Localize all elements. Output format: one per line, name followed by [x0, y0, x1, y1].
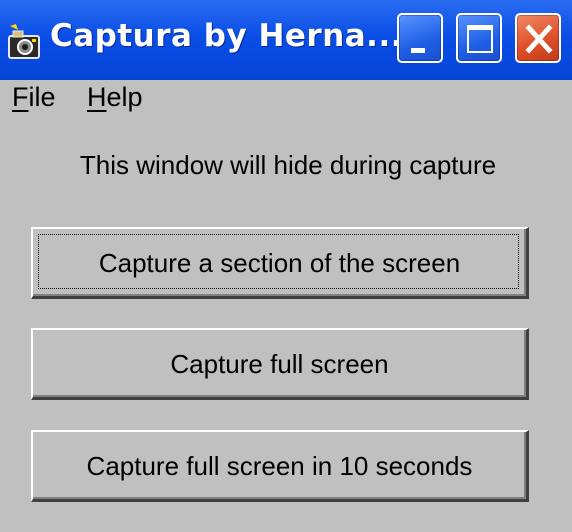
menu-file-label: ile: [28, 82, 56, 112]
menu-file-mnemonic: F: [12, 82, 29, 112]
title-bar[interactable]: Captura by Herna...: [0, 0, 572, 80]
camera-icon[interactable]: [6, 22, 44, 62]
maximize-icon: [467, 25, 493, 53]
window-title: Captura by Herna...: [50, 18, 404, 54]
menu-help-mnemonic: H: [87, 82, 107, 112]
capture-hint-text: This window will hide during capture: [79, 150, 497, 180]
maximize-button[interactable]: [456, 13, 502, 63]
menu-file[interactable]: File: [12, 82, 56, 113]
capture-delayed-label: Capture full screen in 10 seconds: [86, 451, 473, 481]
minimize-icon: [411, 48, 425, 53]
menu-bar: File Help: [0, 82, 572, 116]
minimize-button[interactable]: [397, 13, 443, 63]
menu-help-label: elp: [106, 82, 143, 112]
focus-rectangle: [38, 234, 519, 289]
capture-full-screen-label: Capture full screen: [170, 349, 389, 379]
close-icon: [525, 24, 553, 54]
capture-delayed-button[interactable]: Capture full screen in 10 seconds: [31, 430, 529, 502]
capture-section-button[interactable]: Capture a section of the screen: [31, 227, 529, 299]
menu-help[interactable]: Help: [87, 82, 143, 113]
capture-full-screen-button[interactable]: Capture full screen: [31, 328, 529, 400]
close-button[interactable]: [515, 13, 561, 63]
